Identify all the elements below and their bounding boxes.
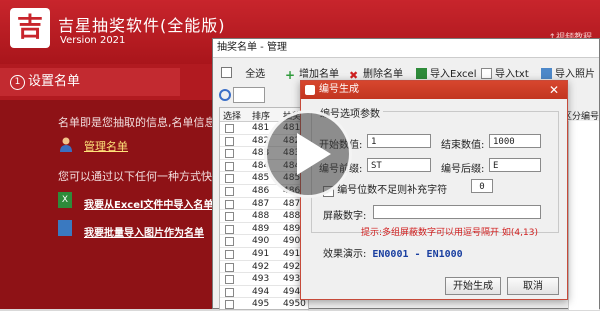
shield-numbers-input[interactable] [373,205,541,219]
add-list-button[interactable]: + 增加名单 [285,65,339,81]
photo-icon [541,68,552,79]
start-value-input[interactable]: 1 [367,134,431,148]
table-row[interactable]: 489 4890 [220,223,308,236]
effect-preview: 效果演示: EN0001 - EN1000 [323,245,463,260]
suffix-label: 编号后缀: [441,164,485,175]
import-photo-label: 导入照片 [555,69,595,80]
dialog-app-icon [305,85,315,95]
delete-list-button[interactable]: ✖ 删除名单 [349,65,403,81]
row-checkbox[interactable] [225,174,234,184]
dialog-titlebar: 编号生成 ✕ [301,81,567,99]
end-value-label: 结束数值: [441,140,485,151]
import-excel-link[interactable]: 我要从Excel文件中导入名单 [84,196,213,211]
row-code: 4950 [283,299,306,310]
import-excel-button[interactable]: 导入Excel [416,65,477,80]
row-checkbox[interactable] [225,136,234,146]
table-row[interactable]: 495 4950 [220,298,308,311]
prefix-input[interactable]: ST [367,158,431,172]
row-order: 487 [252,198,270,209]
import-txt-button[interactable]: 导入txt [481,65,529,80]
excel-icon: X [58,192,72,208]
pad-checkbox-label: 编号位数不足则补充字符 [337,185,448,196]
table-row[interactable]: 494 4940 [220,286,308,299]
pad-checkbox[interactable]: ✓ 编号位数不足则补充字符 [323,181,447,197]
hint-text: 提示:多组屏蔽数字可以用逗号隔开 如(4,13) [361,228,538,238]
row-order: 494 [252,286,270,297]
import-description: 您可以通过以下任何一种方式快捷 [58,170,223,183]
row-checkbox[interactable] [225,224,234,234]
dialog-title: 编号生成 [319,84,359,95]
start-generate-button[interactable]: 开始生成 [445,277,501,295]
import-txt-label: 导入txt [495,69,529,80]
text-file-icon [481,68,492,79]
effect-label: 效果演示: [323,249,367,260]
close-icon[interactable]: ✕ [549,81,559,99]
row-checkbox[interactable] [225,161,234,171]
row-checkbox[interactable] [225,149,234,159]
shield-numbers-label: 屏蔽数字: [323,211,367,222]
row-checkbox[interactable] [225,199,234,209]
delete-list-label: 删除名单 [363,69,403,80]
nav-set-list-label: 设置名单 [28,74,81,89]
row-order: 485 [252,173,270,184]
column-header-select[interactable]: 选择 [223,109,241,122]
table-row[interactable]: 490 4900 [220,235,308,248]
row-checkbox[interactable] [225,124,234,133]
table-row[interactable]: 492 4920 [220,261,308,274]
import-pictures-link[interactable]: 我要批量导入图片作为名单 [84,224,204,239]
import-photo-button[interactable]: 导入照片 [541,65,595,80]
play-button[interactable] [264,110,352,198]
row-checkbox[interactable] [225,212,234,222]
excel-file-icon [416,68,427,79]
list-description: 名单即是您抽取的信息,名单信息 [58,116,216,129]
play-icon [297,133,331,175]
select-all-label: 全选 [245,69,266,80]
app-logo: 吉 [10,8,50,48]
select-all-checkbox[interactable]: 全选 [221,65,265,80]
row-order: 481 [252,123,270,133]
import-excel-label: 导入Excel [430,69,477,80]
row-order: 493 [252,274,270,285]
pad-char-input[interactable]: 0 [471,179,493,193]
manage-list-link[interactable]: 管理名单 [84,138,128,154]
row-order: 492 [252,261,270,272]
row-checkbox[interactable] [225,186,234,196]
suffix-input[interactable]: E [489,158,541,172]
code-column [568,121,599,310]
row-order: 488 [252,211,270,222]
app-version: Version 2021 [60,35,126,46]
checkbox-icon [221,67,232,78]
row-order: 486 [252,185,270,196]
picture-icon [58,220,72,236]
search-icon [219,89,231,101]
row-checkbox[interactable] [225,275,234,285]
table-row[interactable]: 488 4880 [220,210,308,223]
row-checkbox[interactable] [225,262,234,272]
effect-value: EN0001 - EN1000 [372,249,463,260]
row-order: 491 [252,248,270,259]
row-checkbox[interactable] [225,300,234,310]
table-row[interactable]: 493 4930 [220,273,308,286]
user-icon [60,137,72,152]
step-number-icon: 1 [10,75,25,90]
nav-set-list[interactable]: 1 设置名单 [0,68,180,96]
end-value-input[interactable]: 1000 [489,134,541,148]
manage-window-title: 抽奖名单 - 管理 [213,39,599,58]
row-checkbox[interactable] [225,249,234,259]
app-title: 吉星抽奖软件(全能版) [58,16,226,35]
row-checkbox[interactable] [225,287,234,297]
row-order: 489 [252,223,270,234]
table-row[interactable]: 491 4910 [220,248,308,261]
row-order: 495 [252,299,270,310]
number-generation-dialog: 编号生成 ✕ 编号选项参数 开始数值: 1 结束数值: 1000 编号前缀: S… [300,80,568,300]
cancel-button[interactable]: 取消 [507,277,559,295]
row-checkbox[interactable] [225,237,234,247]
add-list-label: 增加名单 [299,69,339,80]
search-input[interactable] [233,87,265,103]
plus-icon: + [285,68,296,82]
column-header-order[interactable]: 排序 [252,109,270,122]
table-row[interactable]: 487 4870 [220,198,308,211]
row-order: 490 [252,236,270,247]
